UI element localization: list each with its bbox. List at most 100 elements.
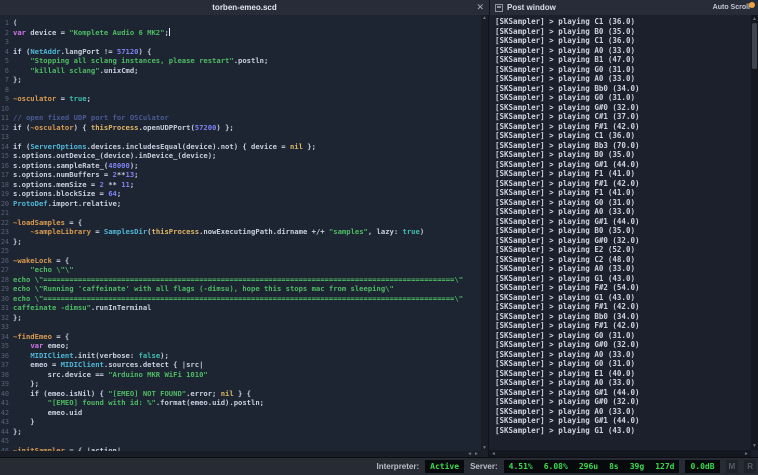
code-line[interactable]: 3 (0, 37, 488, 47)
code-line[interactable]: 42 emeo.uid (0, 408, 488, 418)
scroll-up-icon[interactable]: ▲ (752, 16, 757, 22)
log-line: [SKSampler] > playing G1 (43.0) (495, 274, 749, 284)
code-line[interactable]: 41 "[EMEO] found with id: %".format(emeo… (0, 398, 488, 408)
code-editor-pane[interactable]: 1(2var device = "Komplete Audio 6 MK2";3… (0, 15, 489, 457)
post-log: [SKSampler] > playing C1 (36.0)[SKSample… (489, 15, 758, 457)
code-line[interactable]: 38 src.device == "Arduino MKR WiFi 1010" (0, 370, 488, 380)
code-line[interactable]: 31caffeinate -dimsu".runInTerminal (0, 303, 488, 313)
editor-scrollbar-corner (481, 450, 488, 457)
scroll-right-icon[interactable]: ► (744, 451, 749, 457)
code-line[interactable]: 23 ~sampleLibrary = SamplesDir(thisProce… (0, 227, 488, 237)
code-line[interactable]: 40 if (emeo.isNil) { "[EMEO] NOT FOUND".… (0, 389, 488, 399)
volume-indicator[interactable]: 0.0dB (685, 460, 719, 473)
code-line[interactable]: 25 (0, 246, 488, 256)
code-line[interactable]: 11// open fixed UDP port for OSCulator (0, 113, 488, 123)
code-line[interactable]: 28echo \"===============================… (0, 275, 488, 285)
code-line[interactable]: 36 MIDIClient.init(verbose: false); (0, 351, 488, 361)
code-line[interactable]: 19s.options.blockSize = 64; (0, 189, 488, 199)
log-line: [SKSampler] > playing G#1 (44.0) (495, 217, 749, 227)
log-line: [SKSampler] > playing C2 (48.0) (495, 255, 749, 265)
log-line: [SKSampler] > playing G#0 (32.0) (495, 397, 749, 407)
code-line[interactable]: 20ProtoDef.import.relative; (0, 199, 488, 209)
code-text: "echo \"\" (13, 265, 74, 275)
code-line[interactable]: 10 (0, 104, 488, 114)
code-text: }; (13, 237, 22, 247)
code-text: if (~osculator) { thisProcess.openUDPPor… (13, 123, 234, 133)
interpreter-label: Interpreter: (376, 462, 419, 471)
code-line[interactable]: 5 "Stopping all sclang instances, please… (0, 56, 488, 66)
code-line[interactable]: 35 var emeo; (0, 341, 488, 351)
code-line[interactable]: 13 (0, 132, 488, 142)
log-line: [SKSampler] > playing A0 (33.0) (495, 264, 749, 274)
text-cursor (169, 28, 170, 36)
server-stat-value: 39g (630, 462, 644, 471)
scrollbar-thumb[interactable] (752, 23, 757, 69)
scroll-down-icon[interactable]: ▼ (752, 443, 757, 449)
code-line[interactable]: 34~findEmeo = { (0, 332, 488, 342)
code-line[interactable]: 22~loadSamples = { (0, 218, 488, 228)
code-line[interactable]: 21 (0, 208, 488, 218)
code-line[interactable]: 29echo \"Running 'caffeinate' with all f… (0, 284, 488, 294)
log-line: [SKSampler] > playing F1 (41.0) (495, 169, 749, 179)
code-text: // open fixed UDP port for OSCulator (13, 113, 169, 123)
server-stats[interactable]: 4.51%6.08%296u8s39g127d (504, 460, 680, 473)
scroll-left-icon[interactable]: ◄ (491, 451, 496, 457)
code-text: }; (13, 379, 39, 389)
code-text: ~wakeLock = { (13, 256, 69, 266)
code-line[interactable]: 33 (0, 322, 488, 332)
code-editor[interactable]: 1(2var device = "Komplete Audio 6 MK2";3… (0, 15, 488, 457)
record-button[interactable]: R (744, 460, 756, 473)
code-text: ~sampleLibrary = SamplesDir(thisProcess.… (13, 227, 424, 237)
interpreter-status[interactable]: Active (425, 460, 464, 473)
code-line[interactable]: 8 (0, 85, 488, 95)
log-line: [SKSampler] > playing E1 (40.0) (495, 369, 749, 379)
code-text: caffeinate -dimsu".runInTerminal (13, 303, 151, 313)
server-stat-value: 4.51% (509, 462, 533, 471)
code-text: } (13, 417, 35, 427)
code-line[interactable]: 7}; (0, 75, 488, 85)
scroll-left-icon[interactable]: ◄ (467, 451, 472, 457)
code-line[interactable]: 30echo \"===============================… (0, 294, 488, 304)
document-tab[interactable]: torben-emeo.scd ✕ (0, 0, 489, 15)
code-line[interactable]: 2var device = "Komplete Audio 6 MK2"; (0, 28, 488, 38)
code-line[interactable]: 1( (0, 18, 488, 28)
code-line[interactable]: 39 }; (0, 379, 488, 389)
editor-vertical-scrollbar[interactable]: ▲ ▼ (481, 15, 488, 451)
server-stat-value: 6.08% (544, 462, 568, 471)
auto-scroll-toggle[interactable]: Auto Scroll (713, 4, 753, 11)
scroll-right-icon[interactable]: ► (474, 451, 479, 457)
code-line[interactable]: 27 "echo \"\" (0, 265, 488, 275)
code-text: s.options.numBuffers = 2**13; (13, 170, 139, 180)
code-line[interactable]: 24}; (0, 237, 488, 247)
code-line[interactable]: 15s.options.outDevice_(device).inDevice_… (0, 151, 488, 161)
code-line[interactable]: 6 "killall sclang".unixCmd; (0, 66, 488, 76)
top-bar: torben-emeo.scd ✕ Post window Auto Scrol… (0, 0, 758, 15)
editor-horizontal-scrollbar[interactable]: ◄ ► (0, 451, 481, 457)
code-text: "Stopping all sclang instances, please r… (13, 56, 268, 66)
post-horizontal-scrollbar[interactable]: ◄ ► (489, 450, 751, 457)
code-line[interactable]: 17s.options.numBuffers = 2**13; (0, 170, 488, 180)
code-line[interactable]: 43 } (0, 417, 488, 427)
code-line[interactable]: 45 (0, 436, 488, 446)
code-line[interactable]: 44}; (0, 427, 488, 437)
code-line[interactable]: 4if (NetAddr.langPort != 57120) { (0, 47, 488, 57)
code-line[interactable]: 18s.options.memSize = 2 ** 11; (0, 180, 488, 190)
log-line: [SKSampler] > playing A0 (33.0) (495, 378, 749, 388)
scroll-up-icon[interactable]: ▲ (482, 15, 487, 21)
mute-button[interactable]: M (726, 460, 739, 473)
code-line[interactable]: 26~wakeLock = { (0, 256, 488, 266)
log-line: [SKSampler] > playing B0 (35.0) (495, 226, 749, 236)
code-line[interactable]: 37 emeo = MIDIClient.sources.detect { |s… (0, 360, 488, 370)
server-stat-value: 127d (655, 462, 674, 471)
server-label: Server: (470, 462, 498, 471)
log-line: [SKSampler] > playing Bb3 (70.0) (495, 141, 749, 151)
code-line[interactable]: 16s.options.sampleRate_(48000); (0, 161, 488, 171)
code-line[interactable]: 14if (ServerOptions.devices.includesEqua… (0, 142, 488, 152)
close-icon[interactable]: ✕ (476, 1, 484, 14)
code-line[interactable]: 12if (~osculator) { thisProcess.openUDPP… (0, 123, 488, 133)
code-line[interactable]: 9~osculator = true; (0, 94, 488, 104)
post-vertical-scrollbar[interactable]: ▲ ▼ (751, 15, 758, 450)
log-line: [SKSampler] > playing A0 (33.0) (495, 407, 749, 417)
code-text: ( (13, 18, 17, 28)
code-line[interactable]: 32}; (0, 313, 488, 323)
